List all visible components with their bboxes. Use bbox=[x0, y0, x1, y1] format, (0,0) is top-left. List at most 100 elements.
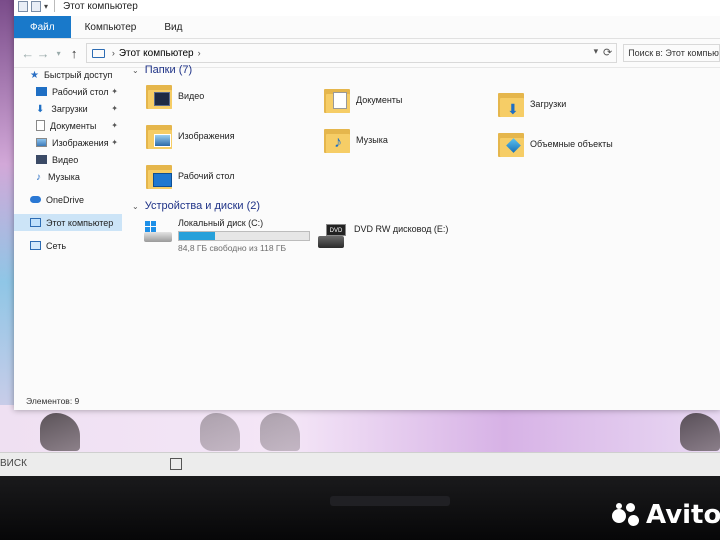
music-folder-icon: ♪ bbox=[324, 126, 350, 154]
sidebar-item-downloads[interactable]: ⬇ Загрузки ✦ bbox=[14, 100, 122, 117]
wallpaper-shoe bbox=[200, 413, 240, 451]
folder-label: Загрузки bbox=[530, 99, 567, 109]
sidebar-item-onedrive[interactable]: OneDrive bbox=[14, 191, 122, 208]
folder-downloads[interactable]: ⬇ Загрузки bbox=[498, 90, 566, 118]
pin-icon[interactable]: ✦ bbox=[111, 104, 118, 113]
music-icon: ♪ bbox=[36, 172, 41, 183]
folder-label: Рабочий стол bbox=[178, 171, 235, 181]
sidebar-item-desktop[interactable]: Рабочий стол ✦ bbox=[14, 83, 122, 100]
sidebar-item-video[interactable]: Видео bbox=[14, 151, 122, 168]
downloads-folder-icon: ⬇ bbox=[498, 90, 524, 118]
folder-video[interactable]: Видео bbox=[146, 82, 204, 110]
explorer-body: ★ Быстрый доступ Рабочий стол ✦ ⬇ Загруз… bbox=[14, 64, 720, 410]
wallpaper-shoe bbox=[680, 413, 720, 451]
folders-group-title: Папки (7) bbox=[144, 64, 193, 76]
folder-label: Изображения bbox=[178, 131, 235, 141]
up-arrow-icon[interactable]: ↑ bbox=[66, 46, 81, 61]
folders-group-header[interactable]: ⌄ Папки (7) bbox=[132, 64, 192, 76]
avito-watermark: Avito bbox=[612, 500, 720, 530]
sidebar-item-label: Сеть bbox=[46, 240, 67, 251]
sidebar-item-label: Загрузки bbox=[51, 103, 88, 114]
breadcrumb-this-pc[interactable]: Этот компьютер bbox=[119, 48, 194, 59]
address-dropdown-icon[interactable]: ▾ bbox=[594, 46, 599, 57]
taskbar: ВИСК bbox=[0, 452, 720, 477]
computer-icon bbox=[91, 48, 105, 58]
title-separator bbox=[54, 0, 56, 12]
folder-label: Видео bbox=[178, 91, 205, 101]
ribbon-tabs: Файл Компьютер Вид bbox=[14, 16, 720, 39]
wallpaper-bottom-strip bbox=[0, 405, 720, 455]
desktop-icon bbox=[36, 87, 47, 96]
sidebar-item-quick-access[interactable]: ★ Быстрый доступ bbox=[14, 66, 122, 83]
pin-icon[interactable]: ✦ bbox=[111, 138, 118, 147]
customize-chevron-icon[interactable]: ▾ bbox=[44, 2, 48, 11]
laptop-brand-plate bbox=[330, 496, 450, 506]
drive-label: DVD RW дисковод (E:) bbox=[354, 224, 449, 234]
devices-group-header[interactable]: ⌄ Устройства и диски (2) bbox=[132, 200, 260, 212]
dvd-drive-icon: DVD bbox=[318, 222, 348, 250]
folder-pictures[interactable]: Изображения bbox=[146, 122, 235, 150]
explorer-window: ▾ Этот компьютер Файл Компьютер Вид ← → … bbox=[14, 0, 720, 410]
sidebar-item-music[interactable]: ♪ Музыка bbox=[14, 168, 122, 185]
download-icon: ⬇ bbox=[36, 104, 45, 115]
title-bar: ▾ Этот компьютер bbox=[14, 0, 720, 16]
folder-label: Объемные объекты bbox=[530, 139, 613, 149]
sidebar-item-this-pc[interactable]: Этот компьютер bbox=[14, 214, 122, 231]
sidebar-item-label: OneDrive bbox=[46, 194, 85, 205]
tab-view[interactable]: Вид bbox=[150, 16, 196, 38]
drive-free-space: 84,8 ГБ свободно из 118 ГБ bbox=[178, 243, 287, 253]
sidebar-item-documents[interactable]: Документы ✦ bbox=[14, 117, 122, 134]
properties-icon[interactable] bbox=[18, 0, 28, 12]
sidebar-item-label: Видео bbox=[52, 154, 79, 165]
navigation-pane: ★ Быстрый доступ Рабочий стол ✦ ⬇ Загруз… bbox=[14, 66, 122, 410]
documents-folder-icon bbox=[324, 86, 350, 114]
folder-3d-objects[interactable]: Объемные объекты bbox=[498, 130, 613, 158]
sidebar-item-pictures[interactable]: Изображения ✦ bbox=[14, 134, 122, 151]
recent-chevron-icon[interactable]: ▾ bbox=[51, 49, 66, 58]
sidebar-item-label: Изображения bbox=[52, 137, 109, 148]
document-icon bbox=[36, 120, 45, 131]
dvd-badge: DVD bbox=[326, 224, 346, 236]
folder-music[interactable]: ♪ Музыка bbox=[324, 126, 388, 154]
video-icon bbox=[36, 155, 47, 164]
refresh-icon[interactable]: ⟳ bbox=[603, 46, 612, 59]
quick-access-toolbar[interactable]: ▾ bbox=[18, 0, 48, 12]
computer-icon bbox=[30, 218, 41, 227]
3d-objects-folder-icon bbox=[498, 130, 524, 158]
new-folder-icon[interactable] bbox=[31, 0, 41, 12]
collapse-chevron-icon[interactable]: ⌄ bbox=[132, 66, 139, 75]
folder-label: Музыка bbox=[356, 135, 388, 145]
drive-usage-fill bbox=[179, 232, 216, 240]
forward-arrow-icon[interactable]: → bbox=[35, 46, 50, 61]
wallpaper-shoe bbox=[40, 413, 80, 451]
folder-documents[interactable]: Документы bbox=[324, 86, 402, 114]
cloud-icon bbox=[30, 196, 41, 203]
network-icon bbox=[30, 241, 41, 250]
navigation-bar: ← → ▾ ↑ › Этот компьютер › ▾ ⟳ Поиск в: … bbox=[14, 39, 720, 68]
taskbar-search-text[interactable]: ВИСК bbox=[0, 458, 27, 469]
drive-c[interactable]: Локальный диск (C:) 84,8 ГБ свободно из … bbox=[142, 218, 310, 253]
sidebar-item-label: Быстрый доступ bbox=[43, 69, 113, 80]
task-view-icon[interactable] bbox=[170, 458, 182, 470]
sidebar-item-network[interactable]: Сеть bbox=[14, 237, 122, 254]
drive-e[interactable]: DVD DVD RW дисковод (E:) bbox=[318, 222, 448, 250]
sidebar-item-label: Документы bbox=[50, 120, 97, 131]
video-folder-icon bbox=[146, 82, 172, 110]
search-input[interactable]: Поиск в: Этот компьютер bbox=[623, 44, 720, 62]
pin-icon[interactable]: ✦ bbox=[111, 121, 118, 130]
windows-drive-icon bbox=[142, 218, 172, 246]
back-arrow-icon[interactable]: ← bbox=[20, 46, 35, 61]
collapse-chevron-icon[interactable]: ⌄ bbox=[132, 202, 139, 211]
breadcrumb-chevron-icon[interactable]: › bbox=[112, 48, 115, 58]
tab-file[interactable]: Файл bbox=[14, 16, 71, 38]
tab-computer[interactable]: Компьютер bbox=[71, 16, 151, 38]
breadcrumb-chevron-icon[interactable]: › bbox=[198, 48, 201, 58]
pin-icon[interactable]: ✦ bbox=[111, 87, 118, 96]
avito-brand-text: Avito bbox=[646, 500, 720, 530]
address-bar[interactable]: › Этот компьютер › ▾ ⟳ bbox=[85, 43, 618, 63]
sidebar-item-label: Рабочий стол bbox=[52, 86, 109, 97]
window-title: Этот компьютер bbox=[63, 0, 138, 12]
folder-desktop[interactable]: Рабочий стол bbox=[146, 162, 235, 190]
drive-label: Локальный диск (C:) bbox=[178, 218, 264, 228]
drive-usage-bar bbox=[178, 231, 310, 241]
